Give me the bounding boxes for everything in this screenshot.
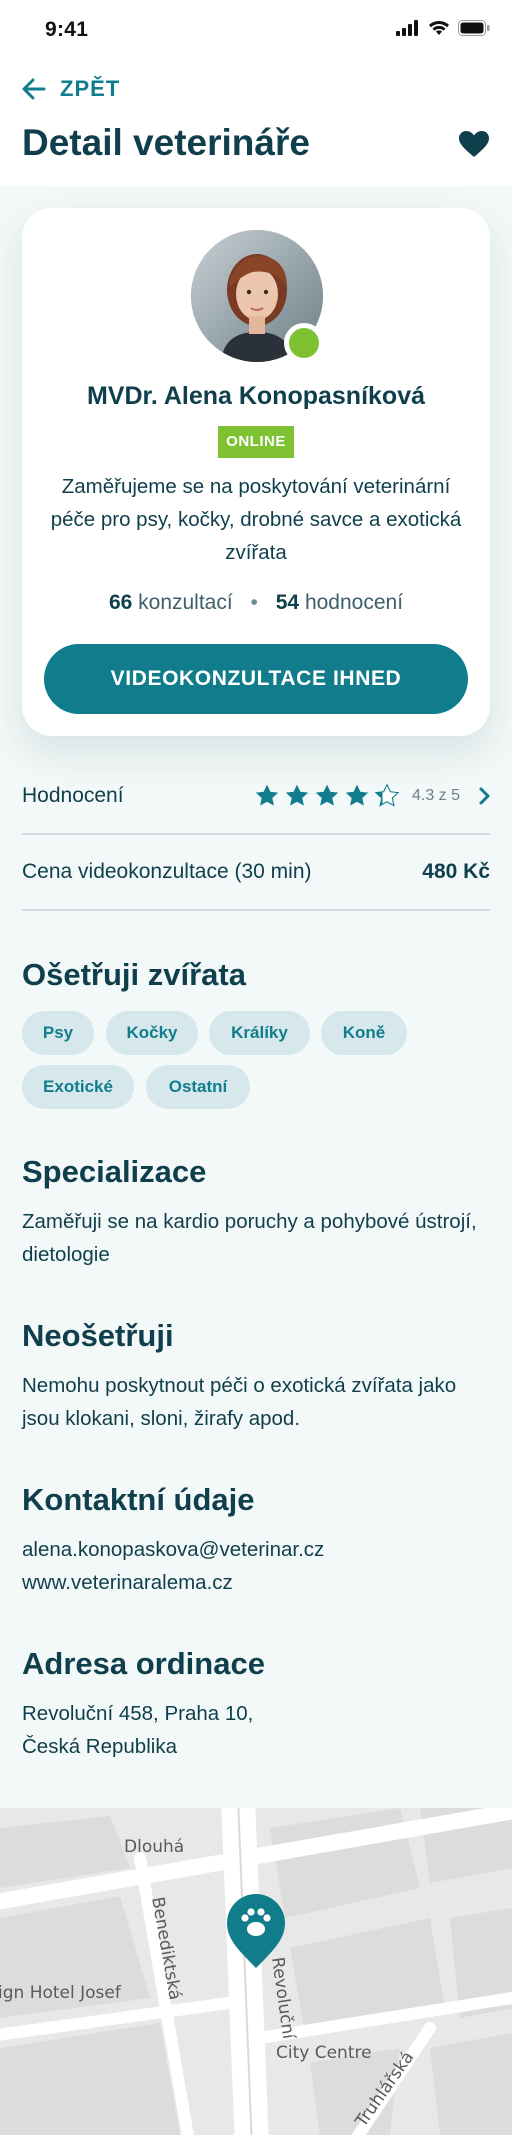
status-badge: ONLINE xyxy=(218,426,294,458)
price-label: Cena videokonzultace (30 min) xyxy=(22,860,312,883)
address-line-2: Česká Republika xyxy=(22,1735,177,1758)
chip-psy[interactable]: Psy xyxy=(22,1011,94,1055)
favorite-button[interactable] xyxy=(458,130,490,163)
map[interactable]: Dlouhá Benediktská ign Hotel Josef Revol… xyxy=(0,1808,512,2135)
online-indicator xyxy=(284,323,324,363)
star-filled-icon xyxy=(345,784,369,806)
videoconsultation-button[interactable]: VIDEOKONZULTACE IHNED xyxy=(44,644,468,714)
vet-stats: 66 konzultací • 54 hodnocení xyxy=(22,591,490,615)
star-partial-icon xyxy=(374,783,400,807)
map-canvas: Dlouhá Benediktská ign Hotel Josef Revol… xyxy=(0,1808,512,2135)
back-label: ZPĚT xyxy=(60,76,121,101)
rating-stars xyxy=(254,783,400,809)
map-label-city-centre: City Centre xyxy=(276,2043,372,2063)
chip-exoticke[interactable]: Exotické xyxy=(22,1065,134,1109)
star-filled-icon xyxy=(255,784,279,806)
chip-kraliky[interactable]: Králíky xyxy=(209,1011,310,1055)
battery-icon xyxy=(458,20,490,36)
specialization-title: Specializace xyxy=(22,1154,207,1189)
contact-title: Kontaktní údaje xyxy=(22,1482,255,1517)
price-value: 480 Kč xyxy=(422,860,490,883)
consultations-label: konzultací xyxy=(138,591,233,614)
wifi-icon xyxy=(429,21,449,35)
signal-icon xyxy=(396,20,418,36)
vet-name: MVDr. Alena Konopasníková xyxy=(86,382,426,410)
vet-profile-card: MVDr. Alena Konopasníková ONLINE Zaměřuj… xyxy=(22,208,490,736)
chip-kone[interactable]: Koně xyxy=(321,1011,407,1055)
vet-description: Zaměřujeme se na poskytování veterinární… xyxy=(50,475,462,564)
rating-text: 4.3 z 5 xyxy=(411,787,460,804)
consultations-count: 66 xyxy=(108,591,133,614)
heart-icon xyxy=(459,131,489,157)
rating-summary: 4.3 z 5 xyxy=(254,783,490,809)
system-icons xyxy=(396,20,490,36)
star-filled-icon xyxy=(315,784,339,806)
stats-separator: • xyxy=(250,591,258,614)
chip-kocky[interactable]: Kočky xyxy=(106,1011,198,1055)
map-label-dlouha: Dlouhá xyxy=(124,1837,184,1857)
map-label-hotel: ign Hotel Josef xyxy=(0,1983,122,2003)
status-bar: 9:41 xyxy=(0,0,512,62)
rating-label: Hodnocení xyxy=(22,784,124,807)
top-bar: ZPĚT Detail veterináře xyxy=(0,62,512,186)
contact-email[interactable]: alena.konopaskova@veterinar.cz xyxy=(22,1533,490,1566)
address-title: Adresa ordinace xyxy=(22,1646,265,1681)
chip-ostatni[interactable]: Ostatní xyxy=(146,1065,250,1109)
status-time: 9:41 xyxy=(45,18,89,41)
page-title: Detail veterináře xyxy=(22,122,310,163)
rating-row[interactable]: Hodnocení 4.3 z 5 xyxy=(22,759,490,835)
not-treating-title: Neošetřuji xyxy=(22,1318,174,1353)
chevron-right-icon xyxy=(479,787,490,805)
ratings-label: hodnocení xyxy=(304,591,404,614)
ratings-count: 54 xyxy=(275,591,300,614)
address-line-1: Revoluční 458, Praha 10, xyxy=(22,1702,254,1725)
contact-web[interactable]: www.veterinaralema.cz xyxy=(22,1566,490,1599)
specialization-text: Zaměřuji se na kardio poruchy a pohybové… xyxy=(22,1210,477,1266)
price-row: Cena videokonzultace (30 min) 480 Kč xyxy=(22,835,490,911)
not-treating-text: Nemohu poskytnout péči o exotická zvířat… xyxy=(22,1374,457,1430)
star-filled-icon xyxy=(285,784,309,806)
arrow-left-icon xyxy=(22,78,46,100)
back-button[interactable]: ZPĚT xyxy=(22,76,120,102)
animals-title: Ošetřuji zvířata xyxy=(22,957,246,992)
